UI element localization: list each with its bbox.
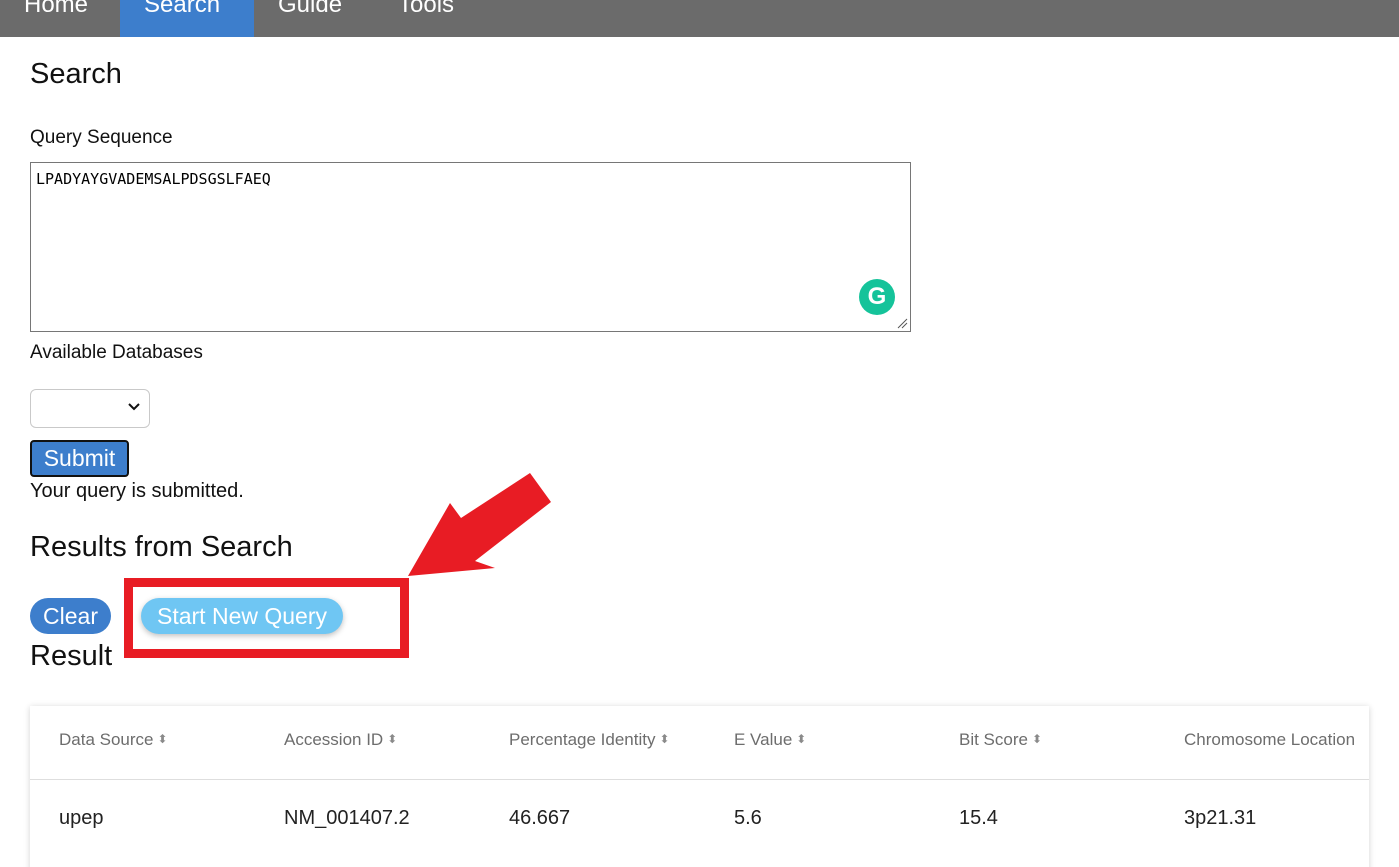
database-select[interactable] [30,389,150,428]
header-divider [30,779,1369,780]
nav-tools[interactable]: Tools [374,0,494,37]
annotation-arrow-icon [408,473,551,576]
top-navbar: Home Search Guide Tools [0,0,1399,37]
column-header-chromosome-location[interactable]: Chromosome Location [1184,730,1355,750]
column-header-label: Percentage Identity [509,730,656,749]
nav-search[interactable]: Search [120,0,254,37]
sort-icon[interactable]: ⬍ [1032,732,1042,746]
column-header-bit-score[interactable]: Bit Score ⬍ [959,730,1042,750]
grammarly-glyph: G [867,283,887,310]
table-cell-chromosome-location: 3p21.31 [1184,807,1257,829]
resize-handle-icon[interactable] [896,317,908,329]
sort-icon[interactable]: ⬍ [796,732,806,746]
annotation-highlight-box [124,578,409,658]
grammarly-icon[interactable]: G [859,279,895,315]
result-heading: Result [30,640,113,672]
table-cell-data-source: upep [59,807,104,829]
results-heading: Results from Search [30,531,293,563]
sort-icon[interactable]: ⬍ [158,732,168,746]
table-cell-accession-id: NM_001407.2 [284,807,410,829]
table-cell-e-value: 5.6 [734,807,762,829]
table-cell-bit-score: 15.4 [959,807,998,829]
chevron-down-icon [128,403,140,411]
status-message: Your query is submitted. [30,480,244,502]
available-databases-label: Available Databases [30,342,203,363]
column-header-accession-id[interactable]: Accession ID ⬍ [284,730,397,750]
query-sequence-input[interactable]: LPADYAYGVADEMSALPDSGSLFAEQ [30,162,911,332]
query-sequence-label: Query Sequence [30,127,173,148]
column-header-percentage-identity[interactable]: Percentage Identity ⬍ [509,730,670,750]
nav-guide[interactable]: Guide [254,0,374,37]
clear-button[interactable]: Clear [30,598,111,634]
column-header-data-source[interactable]: Data Source ⬍ [59,730,168,750]
column-header-label: Chromosome Location [1184,730,1356,749]
column-header-label: Data Source [59,730,154,749]
submit-button[interactable]: Submit [30,440,129,477]
column-header-label: Bit Score [959,730,1028,749]
sort-icon[interactable]: ⬍ [387,732,397,746]
column-header-label: E Value [734,730,793,749]
column-header-label: Accession ID [284,730,384,749]
table-cell-percentage-identity: 46.667 [509,807,571,829]
column-header-e-value[interactable]: E Value ⬍ [734,730,806,750]
sort-icon[interactable]: ⬍ [659,732,669,746]
page-title: Search [30,58,122,90]
results-table: Data Source ⬍ Accession ID ⬍ Percentage Id… [30,706,1369,867]
nav-home[interactable]: Home [0,0,120,37]
